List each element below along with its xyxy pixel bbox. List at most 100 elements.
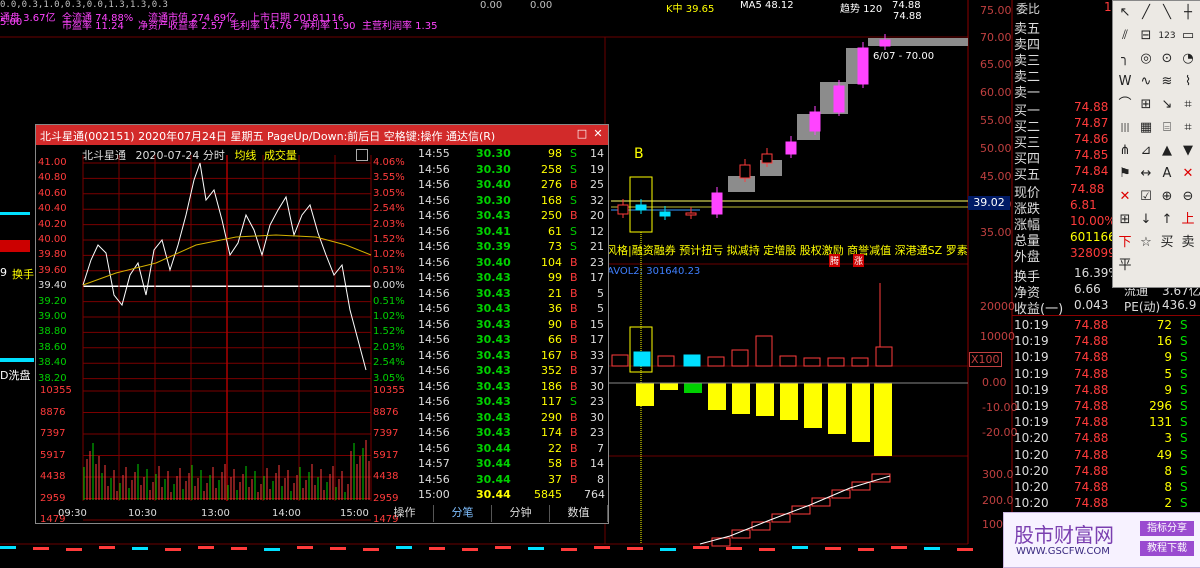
tick-row[interactable]: 14:56 30.43 174 B 23 [414, 426, 608, 441]
popup-titlebar[interactable]: 北斗星通(002151) 2020年07月24日 星期五 PageUp/Down… [36, 125, 608, 145]
tick-row[interactable]: 14:55 30.30 98 S 14 [414, 147, 608, 162]
tick-row[interactable]: 14:56 30.40 104 B 23 [414, 256, 608, 271]
draw-tool-icon[interactable]: ◔ [1178, 49, 1198, 69]
tick-row: 10:20 74.88 49 S [1012, 448, 1200, 464]
draw-tool-icon[interactable]: ⊕ [1157, 187, 1177, 207]
histogram-bar [660, 383, 678, 390]
draw-tool-icon[interactable]: ↘ [1157, 95, 1177, 115]
tab-values[interactable]: 数值 [550, 505, 608, 522]
tick-time: 10:19 [1014, 366, 1049, 381]
tick-row[interactable]: 14:56 30.44 22 B 7 [414, 442, 608, 457]
draw-tool-icon[interactable]: ↔ [1136, 164, 1156, 184]
tick-row[interactable]: 14:56 30.43 21 B 5 [414, 287, 608, 302]
drawing-toolbar[interactable]: ↖ ╱ ╲ ┼ ⫽ ⊟ 123 ▭ ╮ ◎ ⊙ ◔ W ∿ ≋ ⌇ ⌒ ⊞ ↘ ⌗ ||| ▦ ⌸ ⌗ ⋔ ⊿ ▲ ▼ ⚑ ↔ A ✕ ✕ ☑ ⊕ ⊖… [1112, 0, 1200, 288]
tick-price: 74.88 [1074, 463, 1109, 478]
stat-label: 外盘 [1014, 250, 1041, 265]
tick-row[interactable]: 14:56 30.40 276 B 25 [414, 178, 608, 193]
draw-tool-icon[interactable]: ⊞ [1115, 210, 1135, 230]
draw-tool-icon[interactable]: ⊞ [1136, 95, 1156, 115]
draw-tool-icon[interactable]: 买 [1157, 233, 1177, 253]
intraday-popup-window[interactable]: 北斗星通(002151) 2020年07月24日 星期五 PageUp/Down… [35, 124, 609, 525]
tick-row[interactable]: 14:56 30.43 90 B 15 [414, 318, 608, 333]
tick-row[interactable]: 15:00 30.44 5845 764 [414, 488, 608, 503]
left-fragment [0, 240, 30, 252]
draw-tool-icon[interactable]: 卖 [1178, 233, 1198, 253]
tick-row[interactable]: 14:56 30.44 37 B 8 [414, 473, 608, 488]
draw-tool-icon[interactable]: ↖ [1115, 3, 1135, 23]
draw-tool-icon[interactable]: ◎ [1136, 49, 1156, 69]
draw-tool-icon[interactable]: W [1115, 72, 1135, 92]
draw-tool-icon[interactable]: ✕ [1115, 187, 1135, 207]
draw-tool-icon[interactable]: ⌗ [1178, 118, 1198, 138]
tick-volume: 250 [541, 209, 562, 222]
bottom-band-mark [660, 548, 676, 551]
draw-tool-icon[interactable]: ⚑ [1115, 164, 1135, 184]
tick-side: S [1180, 431, 1188, 446]
draw-tool-icon[interactable]: ⌇ [1178, 72, 1198, 92]
tick-row[interactable]: 14:56 30.43 36 B 5 [414, 302, 608, 317]
draw-tool-icon[interactable]: ⌗ [1178, 95, 1198, 115]
draw-tool-icon[interactable]: A [1157, 164, 1177, 184]
tick-side: B [570, 441, 578, 455]
stat-value: 0.043 [1074, 298, 1109, 312]
tick-row[interactable]: 14:57 30.44 58 B 14 [414, 457, 608, 472]
draw-tool-icon[interactable]: 下 [1115, 233, 1135, 253]
tick-row[interactable]: 14:56 30.43 117 S 23 [414, 395, 608, 410]
close-icon[interactable]: ✕ [592, 128, 604, 140]
draw-tool-icon[interactable]: ⊟ [1136, 26, 1156, 46]
draw-tool-icon[interactable]: 123 [1157, 26, 1177, 46]
draw-tool-icon[interactable]: ⌸ [1157, 118, 1177, 138]
tick-volume: 117 [541, 395, 562, 408]
intraday-chart[interactable] [36, 145, 414, 523]
draw-tool-icon[interactable]: ⌒ [1115, 95, 1135, 115]
histogram-bar [780, 383, 798, 420]
tick-row: 10:20 74.88 3 S [1012, 431, 1200, 447]
draw-tool-icon[interactable]: ≋ [1157, 72, 1177, 92]
tick-row[interactable]: 14:56 30.41 61 S 12 [414, 225, 608, 240]
histogram-bar [732, 383, 750, 414]
draw-tool-icon[interactable]: ↓ [1136, 210, 1156, 230]
draw-tool-icon[interactable]: ▦ [1136, 118, 1156, 138]
draw-tool-icon[interactable]: ╲ [1157, 3, 1177, 23]
draw-tool-icon[interactable]: ⫽ [1115, 26, 1135, 46]
popup-tabs[interactable]: 操作 分笔 分钟 数值 [376, 505, 608, 522]
draw-tool-icon[interactable]: ✕ [1178, 164, 1198, 184]
tick-row[interactable]: 14:56 30.43 186 B 30 [414, 380, 608, 395]
draw-tool-icon[interactable]: ||| [1115, 118, 1135, 138]
tick-row[interactable]: 14:56 30.43 250 B 20 [414, 209, 608, 224]
volume-axis-label: 4438 [373, 471, 399, 482]
draw-tool-icon[interactable]: ┼ [1178, 3, 1198, 23]
draw-tool-icon[interactable]: ▼ [1178, 141, 1198, 161]
tick-side: S [1180, 447, 1188, 462]
draw-tool-icon[interactable]: ╱ [1136, 3, 1156, 23]
tick-row[interactable]: 14:56 30.43 167 B 33 [414, 349, 608, 364]
maximize-icon[interactable]: □ [576, 128, 588, 140]
tick-row[interactable]: 14:56 30.43 66 B 17 [414, 333, 608, 348]
tab-ticks[interactable]: 分笔 [434, 505, 492, 522]
draw-tool-icon[interactable]: 平 [1115, 256, 1135, 276]
draw-tool-icon[interactable]: ╮ [1115, 49, 1135, 69]
tick-time: 14:56 [418, 426, 450, 439]
draw-tool-icon[interactable]: ↑ [1157, 210, 1177, 230]
tick-row[interactable]: 14:56 30.39 73 S 21 [414, 240, 608, 255]
draw-tool-icon[interactable]: 上 [1178, 210, 1198, 230]
draw-tool-icon[interactable]: ☑ [1136, 187, 1156, 207]
tab-minutes[interactable]: 分钟 [492, 505, 550, 522]
tick-row[interactable]: 14:56 30.43 290 B 30 [414, 411, 608, 426]
draw-tool-icon[interactable]: ☆ [1136, 233, 1156, 253]
tag-tutorial-download[interactable]: 教程下载 [1140, 541, 1194, 556]
tick-row[interactable]: 14:56 30.30 258 S 19 [414, 163, 608, 178]
tick-row[interactable]: 14:56 30.30 168 S 32 [414, 194, 608, 209]
draw-tool-icon[interactable]: ⋔ [1115, 141, 1135, 161]
tag-indicator-share[interactable]: 指标分享 [1140, 521, 1194, 536]
tick-row[interactable]: 14:56 30.43 99 B 17 [414, 271, 608, 286]
tick-row[interactable]: 14:56 30.43 352 B 37 [414, 364, 608, 379]
tab-operate[interactable]: 操作 [376, 505, 434, 522]
draw-tool-icon[interactable]: ▲ [1157, 141, 1177, 161]
draw-tool-icon[interactable]: ⊖ [1178, 187, 1198, 207]
draw-tool-icon[interactable]: ▭ [1178, 26, 1198, 46]
draw-tool-icon[interactable]: ∿ [1136, 72, 1156, 92]
tick-volume: 21 [548, 286, 562, 300]
draw-tool-icon[interactable]: ⊿ [1136, 141, 1156, 161]
draw-tool-icon[interactable]: ⊙ [1157, 49, 1177, 69]
